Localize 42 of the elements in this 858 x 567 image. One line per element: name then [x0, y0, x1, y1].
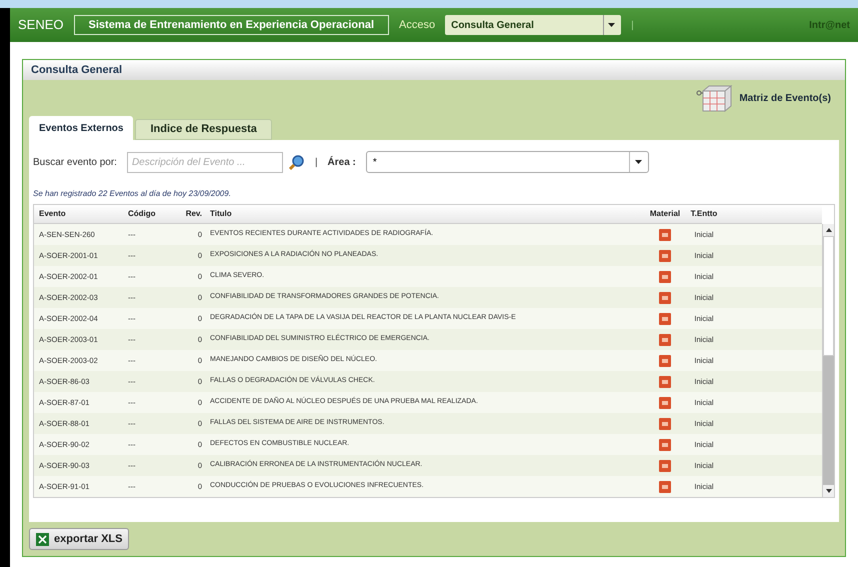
document-icon[interactable]	[659, 312, 671, 324]
search-label: Buscar evento por:	[33, 156, 117, 170]
document-icon[interactable]	[659, 250, 671, 262]
separator-label: |	[314, 156, 319, 170]
column-header: Titulo	[209, 208, 233, 220]
tab[interactable]: Eventos Externos	[29, 116, 134, 140]
spreadsheet-icon	[36, 532, 49, 546]
tab[interactable]: Indice de Respuesta	[135, 119, 272, 140]
search-field[interactable]: Descripción del Evento ...	[126, 152, 283, 172]
panel-title: Consulta General	[23, 60, 845, 80]
document-icon[interactable]	[659, 418, 671, 430]
scroll-up-icon[interactable]	[826, 228, 832, 232]
document-icon[interactable]	[659, 376, 671, 388]
document-icon[interactable]	[659, 460, 671, 472]
brand-label: SENEO	[18, 16, 64, 34]
system-title: Sistema de Entrenamiento en Experiencia Operacional	[74, 14, 390, 36]
area-label: Área :	[328, 155, 356, 170]
column-header: T.Entto	[690, 208, 718, 220]
scroll-down-icon[interactable]	[826, 489, 832, 493]
search-icon[interactable]	[288, 154, 305, 170]
document-icon[interactable]	[659, 292, 671, 304]
caret-icon	[608, 23, 616, 27]
document-icon[interactable]	[659, 354, 671, 366]
area-select[interactable]: *	[366, 151, 649, 173]
document-icon[interactable]	[659, 228, 671, 240]
scrollbar[interactable]	[822, 224, 834, 497]
column-header: Evento	[38, 208, 67, 220]
column-header: Código	[127, 208, 157, 220]
document-icon[interactable]	[659, 480, 671, 492]
access-select[interactable]: Consulta General	[445, 15, 622, 35]
summary-text: Se han registrado 22 Eventos al día de hoy 23/09/2009.	[33, 188, 232, 200]
access-label: Acceso	[399, 18, 436, 33]
caret-icon	[634, 160, 642, 164]
document-icon[interactable]	[659, 396, 671, 408]
column-header: Rev.	[184, 208, 203, 220]
column-header: Material	[648, 208, 682, 220]
document-icon[interactable]	[659, 334, 671, 346]
export-button[interactable]: exportar XLS	[29, 528, 130, 550]
document-icon[interactable]	[659, 270, 671, 282]
document-icon[interactable]	[659, 438, 671, 450]
matrix-link[interactable]: Matriz de Evento(s)	[739, 90, 831, 106]
separator-label: |	[631, 18, 634, 32]
